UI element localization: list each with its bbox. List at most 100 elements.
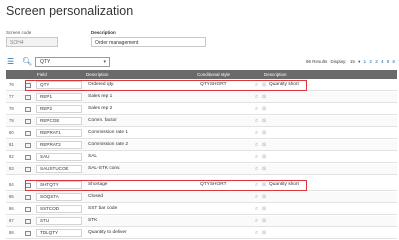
lookup-icon[interactable]: ⌕: [255, 204, 258, 214]
lookup-icon[interactable]: ⌕: [255, 192, 258, 202]
description-cell: STK: [88, 218, 98, 223]
row-number: 82: [9, 154, 14, 159]
table-row[interactable]: 84 SHTQTY Shortage QTYSHORT ⌕ ⊠ Quantity…: [6, 180, 397, 191]
table-row[interactable]: 80 REPRAT1 Commission rate 1 ⌕ ⊠: [6, 128, 397, 139]
clear-icon[interactable]: ⊠: [262, 116, 266, 126]
page-link[interactable]: 6: [393, 59, 396, 64]
field-cell[interactable]: REPCOE: [36, 117, 82, 125]
field-cell[interactable]: SOQSTA: [36, 193, 82, 201]
search-icon[interactable]: 🔍︎: [22, 56, 32, 68]
row-detail-icon[interactable]: [25, 207, 31, 212]
row-number: 83: [9, 166, 14, 171]
conditional-style-cell[interactable]: QTYSHORT: [200, 180, 227, 190]
table-row[interactable]: 86 SSTCOD SST bar code ⌕ ⊠: [6, 204, 397, 215]
description-cell: SAL: [88, 154, 98, 159]
field-cell[interactable]: STU: [36, 217, 82, 225]
clear-icon[interactable]: ⊠: [262, 228, 266, 238]
row-detail-icon[interactable]: [25, 107, 31, 112]
description-cell: Comm. factor: [88, 118, 117, 123]
page-link[interactable]: 5: [387, 59, 390, 64]
table-row[interactable]: 79 REPCOE Comm. factor ⌕ ⊠: [6, 116, 397, 127]
table-row[interactable]: 76 QTY Ordered qty. QTYSHORT ⌕ ⊠ Quantit…: [6, 80, 397, 91]
clear-icon[interactable]: ⊠: [262, 104, 266, 114]
page-link[interactable]: 2: [369, 59, 372, 64]
lookup-icon[interactable]: ⌕: [255, 152, 258, 162]
lookup-icon[interactable]: ⌕: [255, 116, 258, 126]
list-view-icon[interactable]: ☰: [7, 56, 14, 68]
table-row[interactable]: 83 SAUSTUCOE SAL-STK conv. ⌕ ⊠: [6, 164, 397, 175]
page-link[interactable]: 4: [381, 59, 384, 64]
display-select[interactable]: 15: [350, 59, 355, 64]
conditional-style-cell[interactable]: QTYSHORT: [200, 80, 227, 90]
row-detail-icon[interactable]: [25, 195, 31, 200]
table-row[interactable]: 85 SOQSTA Closed ⌕ ⊠: [6, 192, 397, 203]
row-detail-icon[interactable]: [25, 83, 31, 88]
row-number: 88: [9, 230, 14, 235]
table-row[interactable]: 87 STU STK ⌕ ⊠: [6, 216, 397, 227]
lookup-icon[interactable]: ⌕: [255, 80, 258, 90]
lookup-icon[interactable]: ⌕: [255, 180, 258, 190]
column-header-field[interactable]: Field: [37, 70, 47, 79]
field-cell[interactable]: SAUSTUCOE: [36, 165, 82, 173]
field-cell[interactable]: TDLQTY: [36, 229, 82, 237]
lookup-icon[interactable]: ⌕: [255, 92, 258, 102]
clear-icon[interactable]: ⊠: [262, 164, 266, 174]
clear-icon[interactable]: ⊠: [262, 92, 266, 102]
row-detail-icon[interactable]: [25, 131, 31, 136]
description-field[interactable]: Order management: [91, 37, 206, 47]
field-cell[interactable]: QTY: [36, 81, 82, 89]
lookup-icon[interactable]: ⌕: [255, 164, 258, 174]
table-row[interactable]: 88 TDLQTY Quantity to deliver ⌕ ⊠: [6, 228, 397, 239]
row-detail-icon[interactable]: [25, 183, 31, 188]
table-row[interactable]: 82 SAU SAL ⌕ ⊠: [6, 152, 397, 163]
screen-code-group: Screen code SOH4: [6, 30, 58, 47]
grid-toolbar: ☰ 🔍︎ QTY ▾ 96 Results Display: 15 ▾ 1 2 …: [6, 56, 399, 68]
row-number: 81: [9, 142, 14, 147]
clear-icon[interactable]: ⊠: [262, 216, 266, 226]
row-detail-icon[interactable]: [25, 231, 31, 236]
row-detail-icon[interactable]: [25, 167, 31, 172]
row-detail-icon[interactable]: [25, 143, 31, 148]
description-cell: Shortage: [88, 182, 108, 187]
field-cell[interactable]: SAU: [36, 153, 82, 161]
lookup-icon[interactable]: ⌕: [255, 128, 258, 138]
lookup-icon[interactable]: ⌕: [255, 140, 258, 150]
clear-icon[interactable]: ⊠: [262, 80, 266, 90]
row-detail-icon[interactable]: [25, 95, 31, 100]
clear-icon[interactable]: ⊠: [262, 152, 266, 162]
display-chevron-icon[interactable]: ▾: [358, 59, 360, 64]
field-cell[interactable]: REPRAT2: [36, 141, 82, 149]
column-header-conditional-style[interactable]: Conditional style: [197, 70, 230, 79]
page-link[interactable]: 1: [364, 59, 367, 64]
screen-code-label: Screen code: [6, 30, 32, 35]
lookup-icon[interactable]: ⌕: [255, 104, 258, 114]
field-cell[interactable]: SSTCOD: [36, 205, 82, 213]
column-header-description-2[interactable]: Description: [264, 70, 287, 79]
row-number: 84: [9, 182, 14, 187]
table-row[interactable]: 81 REPRAT2 Commission rate 2 ⌕ ⊠: [6, 140, 397, 151]
field-cell[interactable]: SHTQTY: [36, 181, 82, 189]
clear-icon[interactable]: ⊠: [262, 140, 266, 150]
screen-code-field[interactable]: SOH4: [6, 37, 58, 47]
table-row[interactable]: 78 REP2 Sales rep 2 ⌕ ⊠: [6, 104, 397, 115]
lookup-icon[interactable]: ⌕: [255, 216, 258, 226]
row-detail-icon[interactable]: [25, 119, 31, 124]
chevron-down-icon[interactable]: ▾: [103, 58, 106, 66]
clear-icon[interactable]: ⊠: [262, 180, 266, 190]
search-input[interactable]: QTY ▾: [35, 57, 110, 67]
row-detail-icon[interactable]: [25, 155, 31, 160]
column-header-description[interactable]: Description: [86, 70, 109, 79]
clear-icon[interactable]: ⊠: [262, 204, 266, 214]
clear-icon[interactable]: ⊠: [262, 192, 266, 202]
row-detail-icon[interactable]: [25, 219, 31, 224]
page-link[interactable]: 3: [375, 59, 378, 64]
table-row[interactable]: 77 REP1 Sales rep 1 ⌕ ⊠: [6, 92, 397, 103]
description-cell: Quantity to deliver: [88, 230, 127, 235]
description-cell: Closed: [88, 194, 103, 199]
clear-icon[interactable]: ⊠: [262, 128, 266, 138]
field-cell[interactable]: REP1: [36, 93, 82, 101]
field-cell[interactable]: REP2: [36, 105, 82, 113]
field-cell[interactable]: REPRAT1: [36, 129, 82, 137]
description-cell: SST bar code: [88, 206, 118, 211]
lookup-icon[interactable]: ⌕: [255, 228, 258, 238]
